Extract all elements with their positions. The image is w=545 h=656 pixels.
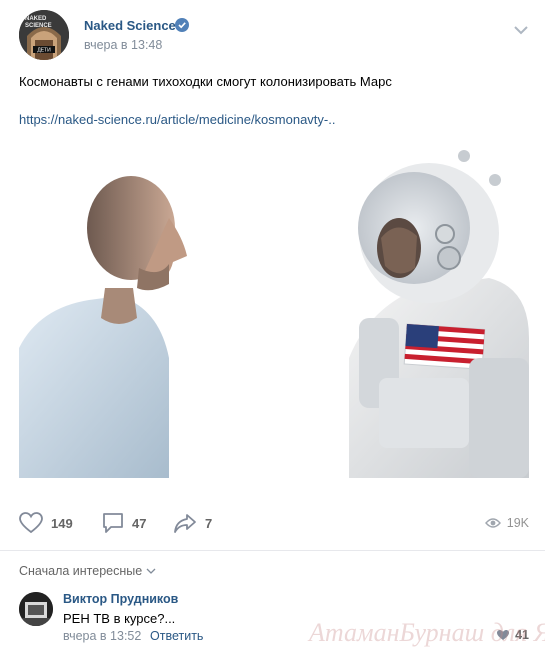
comment-like-button[interactable]: 41 [496, 628, 529, 642]
avatar-image [19, 592, 53, 626]
comments-sort[interactable]: Сначала интересные [19, 564, 156, 578]
post-time[interactable]: вчера в 13:48 [84, 38, 162, 52]
comments-count: 47 [132, 515, 147, 531]
photo-illustration [19, 138, 529, 478]
post-actions: 149 47 7 19K [19, 506, 529, 540]
shares-count: 7 [205, 515, 213, 531]
comment-author[interactable]: Виктор Прудников [63, 592, 178, 606]
like-button[interactable]: 149 [19, 506, 73, 540]
share-button[interactable]: 7 [173, 506, 212, 540]
reply-button[interactable]: Ответить [150, 629, 203, 643]
likes-count: 149 [51, 515, 73, 531]
chevron-down-icon[interactable] [513, 22, 529, 35]
avatar-line2: SCIENCE [25, 23, 52, 29]
community-avatar[interactable]: ДЕТИ NAKED SCIENCE [19, 10, 69, 60]
comment-icon [103, 513, 123, 533]
share-icon [174, 514, 196, 533]
divider [0, 550, 545, 551]
comment-likes-count: 41 [515, 628, 529, 642]
post-header: ДЕТИ NAKED SCIENCE Naked Science вчера в… [19, 10, 529, 60]
chevron-down-icon [146, 568, 156, 574]
eye-icon [484, 518, 501, 528]
post-photo[interactable] [19, 138, 529, 478]
comment-time[interactable]: вчера в 13:52 [63, 629, 141, 643]
avatar-image: ДЕТИ NAKED SCIENCE [19, 10, 69, 60]
views-counter: 19K [484, 506, 529, 540]
post-author[interactable]: Naked Science [84, 18, 176, 33]
comment-avatar[interactable] [19, 592, 53, 626]
heart-icon [19, 512, 43, 534]
sort-label: Сначала интересные [19, 564, 143, 578]
avatar-badge-text: ДЕТИ [37, 48, 51, 54]
comment-item: Виктор Прудников РЕН ТВ в курсе?... вчер… [19, 590, 529, 650]
post-link[interactable]: https://naked-science.ru/article/medicin… [19, 112, 335, 127]
views-count: 19K [506, 516, 529, 530]
avatar-line1: NAKED [25, 16, 47, 22]
verified-icon [175, 18, 189, 32]
heart-icon [497, 630, 510, 640]
post-text: Космонавты с генами тихоходки смогут кол… [19, 74, 392, 89]
comment-text: РЕН ТВ в курсе?... [63, 611, 176, 626]
comment-button[interactable]: 47 [102, 506, 146, 540]
